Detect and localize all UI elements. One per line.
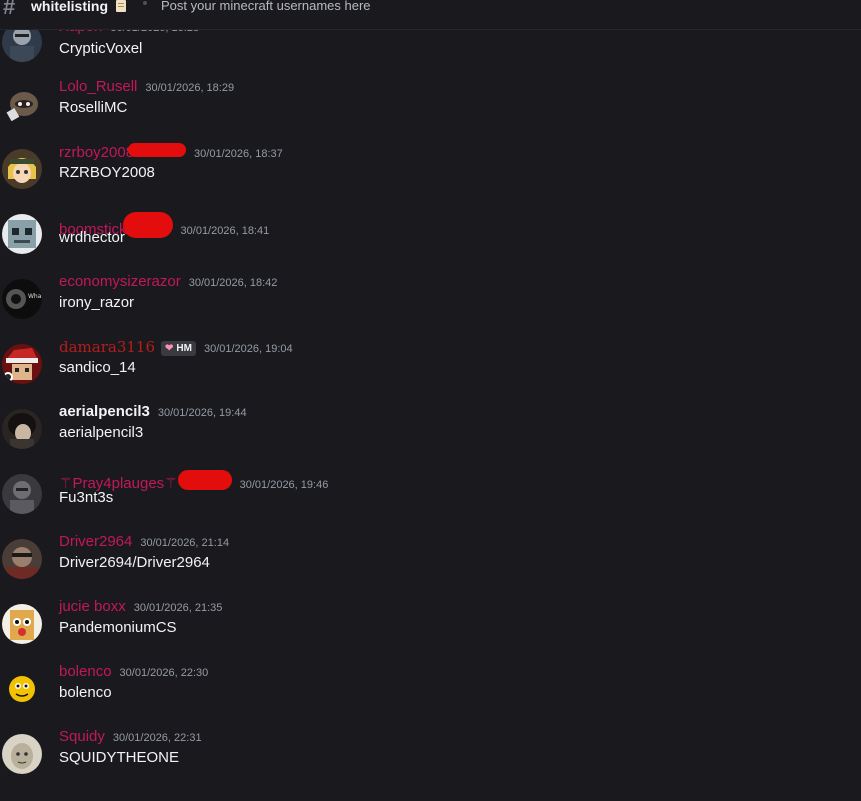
username[interactable]: aerialpencil3: [59, 403, 150, 420]
channel-header: # whitelisting Post your minecraft usern…: [0, 0, 861, 30]
message-item: ⚚Pray4plauges⚚ 30/01/2026, 19:46 Fu3nt3s: [0, 470, 861, 541]
divider-dot: [143, 1, 147, 5]
timestamp: 30/01/2026, 18:29: [145, 82, 235, 94]
message-content: wrdhector: [59, 229, 125, 246]
message-header: rzrboy2008 30/01/2026, 18:37: [59, 143, 283, 161]
username[interactable]: Lolo_Rusell: [59, 78, 137, 95]
username[interactable]: Squidy: [59, 728, 105, 745]
username[interactable]: damara3116: [59, 338, 155, 356]
message-content: SQUIDYTHEONE: [59, 749, 180, 766]
santa-avatar[interactable]: [2, 344, 42, 384]
message-header: jucie boxx 30/01/2026, 21:35: [59, 598, 222, 615]
message-content: bolenco: [59, 684, 112, 701]
gray-figure-avatar[interactable]: [2, 474, 42, 514]
message-item: jucie boxx 30/01/2026, 21:35 Pandemonium…: [0, 598, 861, 671]
anime-girl-avatar[interactable]: [2, 149, 42, 189]
timestamp: 30/01/2026, 18:42: [188, 277, 278, 289]
message-header: economysizerazor 30/01/2026, 18:42: [59, 273, 277, 290]
message-item: boomstick 30/01/2026, 18:41 wrdhector: [0, 212, 861, 281]
redaction-mark: [177, 470, 232, 490]
message-content: irony_razor: [59, 294, 135, 311]
timestamp: 30/01/2026, 18:37: [194, 148, 283, 160]
message-item: Driver2964 30/01/2026, 21:14 Driver2694/…: [0, 533, 861, 606]
timestamp: 30/01/2026, 19:04: [203, 343, 293, 355]
timestamp: 30/01/2026, 18:41: [180, 225, 270, 237]
raccoon-avatar[interactable]: [2, 84, 42, 124]
message-header: aerialpencil3 30/01/2026, 19:44: [59, 403, 247, 420]
timestamp: 30/01/2026, 19:46: [239, 479, 329, 491]
message-item: damara3116 ❤ HM 30/01/2026, 19:04 sandico…: [0, 338, 861, 411]
message-list: Xapoh 30/01/2026, 18:28 CrypticVoxel Lol…: [0, 0, 861, 778]
tag-label: HM: [176, 343, 192, 354]
message-content: RoselliMC: [59, 99, 128, 116]
message-item: aerialpencil3 30/01/2026, 19:44 aerialpe…: [0, 403, 861, 476]
message-content: RZRBOY2008: [59, 164, 155, 181]
timestamp: 30/01/2026, 21:35: [133, 602, 223, 614]
timestamp: 30/01/2026, 22:31: [112, 732, 202, 744]
message-content: PandemoniumCS: [59, 619, 177, 636]
message-item: Lolo_Rusell 30/01/2026, 18:29 RoselliMC: [0, 78, 861, 151]
svg-text:What?: What?: [28, 293, 42, 300]
message-content: aerialpencil3: [59, 424, 144, 441]
message-item: rzrboy2008 30/01/2026, 18:37 RZRBOY2008: [0, 143, 861, 216]
sketch-avatar[interactable]: [2, 734, 42, 774]
timestamp: 30/01/2026, 19:44: [157, 407, 247, 419]
scroll-emoji-icon: [114, 0, 128, 13]
channel-name[interactable]: whitelisting: [31, 0, 108, 14]
username[interactable]: bolenco: [59, 663, 112, 680]
timestamp: 30/01/2026, 22:30: [119, 667, 209, 679]
message-content: CrypticVoxel: [59, 40, 143, 57]
redaction-mark: [122, 212, 173, 238]
server-tag[interactable]: ❤ HM: [161, 341, 196, 356]
yellow-candy-avatar[interactable]: [2, 669, 42, 709]
username[interactable]: jucie boxx: [59, 598, 126, 615]
message-content: sandico_14: [59, 359, 136, 376]
message-content: Fu3nt3s: [59, 489, 114, 506]
username[interactable]: rzrboy2008: [59, 144, 134, 161]
juice-box-avatar[interactable]: [2, 604, 42, 644]
message-header: Lolo_Rusell 30/01/2026, 18:29: [59, 78, 234, 95]
username[interactable]: Driver2964: [59, 533, 132, 550]
message-content: Driver2694/Driver2964: [59, 554, 210, 571]
channel-topic[interactable]: Post your minecraft usernames here: [161, 0, 371, 13]
heart-icon: ❤: [165, 343, 174, 354]
message-item: bolenco 30/01/2026, 22:30 bolenco: [0, 663, 861, 736]
message-item: What? economysizerazor 30/01/2026, 18:42…: [0, 273, 861, 346]
message-header: Driver2964 30/01/2026, 21:14: [59, 533, 229, 550]
what-meme-avatar[interactable]: What?: [2, 279, 42, 319]
driver-avatar[interactable]: [2, 539, 42, 579]
message-header: Squidy 30/01/2026, 22:31: [59, 728, 202, 745]
message-header: bolenco 30/01/2026, 22:30: [59, 663, 208, 680]
message-item: Squidy 30/01/2026, 22:31 SQUIDYTHEONE: [0, 728, 861, 801]
timestamp: 30/01/2026, 21:14: [140, 537, 230, 549]
redaction-mark: [128, 143, 187, 157]
hash-icon: #: [3, 0, 16, 19]
message-header: damara3116 ❤ HM 30/01/2026, 19:04: [59, 338, 293, 357]
username[interactable]: economysizerazor: [59, 273, 181, 290]
pixel-face-avatar[interactable]: [2, 214, 42, 254]
dark-hair-avatar[interactable]: [2, 409, 42, 449]
